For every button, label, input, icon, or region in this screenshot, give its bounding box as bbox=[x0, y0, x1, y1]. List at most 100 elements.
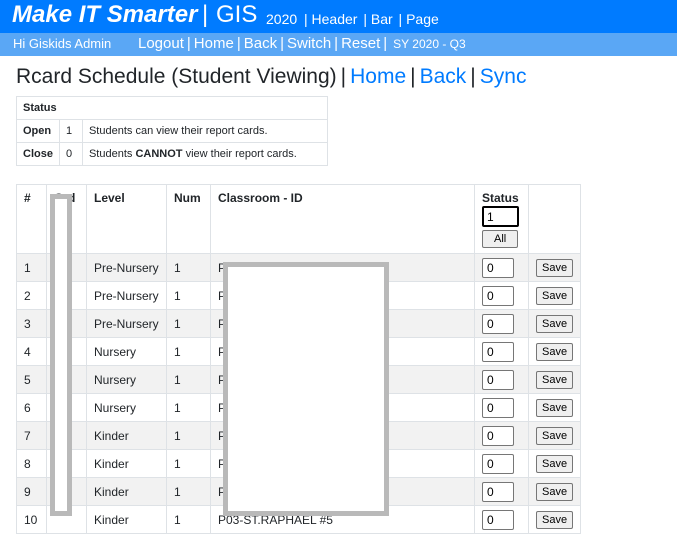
status-legend-row-open: Open 1 Students can view their report ca… bbox=[16, 119, 328, 143]
nav-back[interactable]: Back bbox=[244, 35, 277, 52]
status-legend-table: Status Open 1 Students can view their re… bbox=[16, 96, 328, 166]
apply-all-button[interactable]: All bbox=[482, 230, 519, 248]
row-action-cell: Save bbox=[527, 393, 582, 422]
row-level: Nursery bbox=[86, 365, 167, 394]
row-num: 1 bbox=[166, 449, 211, 478]
row-status-input[interactable] bbox=[482, 341, 514, 362]
row-num: 1 bbox=[166, 309, 211, 338]
row-status-input[interactable] bbox=[482, 285, 514, 306]
row-status-cell bbox=[474, 281, 529, 310]
row-action-cell: Save bbox=[527, 365, 582, 394]
status-desc-emphasis: CANNOT bbox=[135, 148, 183, 160]
title-divider: | bbox=[410, 65, 416, 88]
status-description: Students can view their report cards. bbox=[81, 119, 328, 143]
page-title: Rcard Schedule (Student Viewing) bbox=[16, 65, 337, 88]
bulk-status-input[interactable] bbox=[482, 206, 519, 227]
row-status-input[interactable] bbox=[482, 313, 514, 334]
top-header-bar: Make IT Smarter | GIS 2020 | Header | Ba… bbox=[0, 0, 677, 33]
row-status-cell bbox=[474, 421, 529, 450]
col-header-actions bbox=[527, 184, 582, 254]
row-status-input[interactable] bbox=[482, 397, 514, 418]
status-value: 0 bbox=[58, 142, 83, 166]
row-save-button[interactable]: Save bbox=[536, 454, 574, 473]
row-save-button[interactable]: Save bbox=[536, 482, 574, 501]
status-desc-text: Students bbox=[88, 148, 136, 160]
school-term: SY 2020 - Q3 bbox=[393, 37, 466, 51]
row-status-input[interactable] bbox=[482, 425, 514, 446]
row-status-input[interactable] bbox=[482, 481, 514, 502]
status-legend-header: Status bbox=[16, 96, 328, 120]
row-action-cell: Save bbox=[527, 281, 582, 310]
row-level: Pre-Nursery bbox=[86, 309, 167, 338]
row-status-input[interactable] bbox=[482, 257, 514, 278]
row-status-cell bbox=[474, 393, 529, 422]
row-action-cell: Save bbox=[527, 421, 582, 450]
brand-name[interactable]: Make IT Smarter bbox=[12, 1, 197, 29]
row-save-button[interactable]: Save bbox=[536, 370, 574, 389]
row-index: 10 bbox=[16, 505, 47, 534]
row-save-button[interactable]: Save bbox=[536, 258, 574, 277]
header-year: 2020 bbox=[266, 11, 298, 27]
row-save-button[interactable]: Save bbox=[536, 286, 574, 305]
row-save-button[interactable]: Save bbox=[536, 314, 574, 333]
row-index: 4 bbox=[16, 337, 47, 366]
title-link-back[interactable]: Back bbox=[420, 65, 467, 88]
status-desc-text: Students can view their report cards. bbox=[88, 125, 268, 137]
row-action-cell: Save bbox=[527, 253, 582, 282]
row-save-button[interactable]: Save bbox=[536, 510, 574, 529]
row-level: Pre-Nursery bbox=[86, 281, 167, 310]
row-save-button[interactable]: Save bbox=[536, 398, 574, 417]
row-num: 1 bbox=[166, 505, 211, 534]
row-level: Kinder bbox=[86, 477, 167, 506]
col-header-level: Level bbox=[86, 184, 167, 254]
row-index: 6 bbox=[16, 393, 47, 422]
title-link-home[interactable]: Home bbox=[350, 65, 406, 88]
brand-gis[interactable]: GIS bbox=[216, 1, 257, 29]
title-divider: | bbox=[340, 65, 347, 88]
row-save-button[interactable]: Save bbox=[536, 342, 574, 361]
row-level: Nursery bbox=[86, 337, 167, 366]
nav-switch[interactable]: Switch bbox=[287, 35, 331, 52]
row-status-cell bbox=[474, 337, 529, 366]
row-status-cell bbox=[474, 309, 529, 338]
nav-home[interactable]: Home bbox=[194, 35, 234, 52]
header-link-page[interactable]: | Page bbox=[399, 11, 439, 27]
row-index: 1 bbox=[16, 253, 47, 282]
row-save-button[interactable]: Save bbox=[536, 426, 574, 445]
row-num: 1 bbox=[166, 337, 211, 366]
status-key: Open bbox=[16, 119, 60, 143]
row-action-cell: Save bbox=[527, 449, 582, 478]
row-status-input[interactable] bbox=[482, 453, 514, 474]
header-link-bar[interactable]: | Bar bbox=[363, 11, 392, 27]
row-action-cell: Save bbox=[527, 477, 582, 506]
nav-reset[interactable]: Reset bbox=[341, 35, 380, 52]
row-level: Pre-Nursery bbox=[86, 253, 167, 282]
row-status-cell bbox=[474, 505, 529, 534]
row-level: Nursery bbox=[86, 393, 167, 422]
row-index: 8 bbox=[16, 449, 47, 478]
row-status-cell bbox=[474, 477, 529, 506]
redaction-box-classroom bbox=[223, 262, 389, 516]
status-legend-row-close: Close 0 Students CANNOT view their repor… bbox=[16, 142, 328, 166]
row-status-input[interactable] bbox=[482, 509, 514, 530]
header-links: | Header | Bar | Page bbox=[304, 11, 441, 27]
row-num: 1 bbox=[166, 477, 211, 506]
redaction-box-grade bbox=[50, 194, 72, 516]
row-level: Kinder bbox=[86, 505, 167, 534]
row-num: 1 bbox=[166, 365, 211, 394]
row-index: 7 bbox=[16, 421, 47, 450]
nav-divider: | bbox=[186, 35, 191, 52]
title-link-sync[interactable]: Sync bbox=[480, 65, 527, 88]
header-link-header[interactable]: | Header bbox=[304, 11, 357, 27]
page-title-line: Rcard Schedule (Student Viewing) | Home | Ba… bbox=[16, 65, 526, 89]
row-num: 1 bbox=[166, 253, 211, 282]
nav-logout[interactable]: Logout bbox=[138, 35, 184, 52]
status-key: Close bbox=[16, 142, 60, 166]
row-status-input[interactable] bbox=[482, 369, 514, 390]
col-header-classroom: Classroom - ID bbox=[210, 184, 475, 254]
status-header-label: Status bbox=[482, 191, 519, 205]
row-action-cell: Save bbox=[527, 505, 582, 534]
row-num: 1 bbox=[166, 393, 211, 422]
nav-divider: | bbox=[383, 35, 388, 52]
brand-separator: | bbox=[202, 1, 209, 28]
